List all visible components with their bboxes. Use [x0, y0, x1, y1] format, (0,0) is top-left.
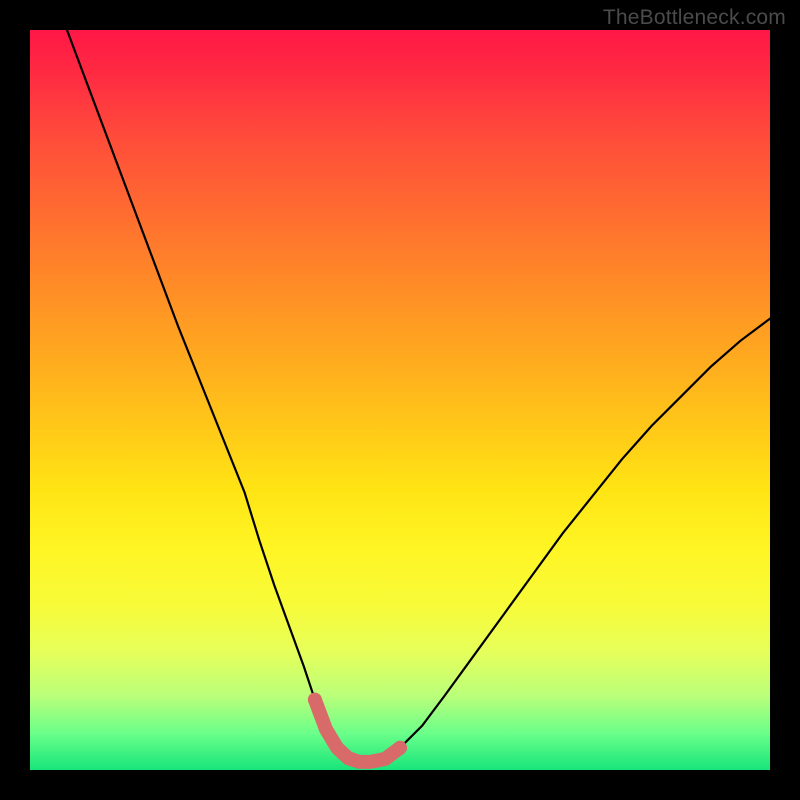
bottleneck-curve: [67, 30, 770, 762]
optimal-range-start-dot: [308, 693, 322, 707]
chart-frame: TheBottleneck.com: [0, 0, 800, 800]
optimal-range-highlight: [315, 700, 400, 762]
plot-area: [30, 30, 770, 770]
watermark-text: TheBottleneck.com: [603, 6, 786, 30]
curve-layer: [30, 30, 770, 770]
optimal-range-end-dot: [393, 741, 407, 755]
